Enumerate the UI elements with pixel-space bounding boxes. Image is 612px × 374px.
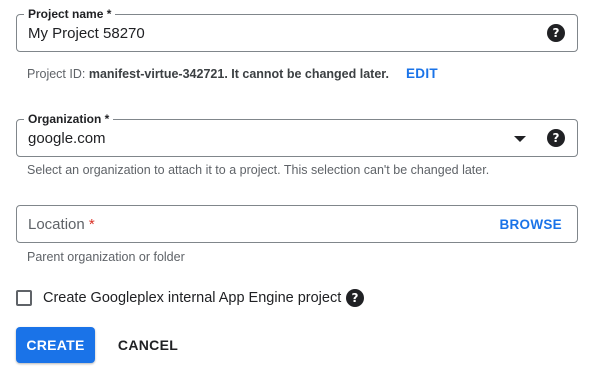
location-hint: Parent organization or folder xyxy=(27,250,185,264)
location-placeholder-text: Location xyxy=(28,216,85,233)
cancel-button[interactable]: CANCEL xyxy=(108,327,188,363)
help-icon[interactable]: ? xyxy=(346,289,364,307)
required-mark: * xyxy=(88,216,95,233)
create-button[interactable]: CREATE xyxy=(16,327,95,363)
appengine-label[interactable]: Create Googleplex internal App Engine pr… xyxy=(43,290,341,307)
project-name-label: Project name * xyxy=(24,6,116,22)
project-id-hint: Project ID: manifest-virtue-342721. It c… xyxy=(27,66,389,82)
appengine-checkbox[interactable] xyxy=(16,290,32,306)
location-field[interactable]: Location * BROWSE xyxy=(16,205,578,243)
organization-value: google.com xyxy=(28,130,106,147)
project-id-value: manifest-virtue-342721 xyxy=(88,67,225,81)
project-id-prefix: Project ID: xyxy=(27,67,89,81)
project-id-note: . It cannot be changed later. xyxy=(224,67,389,81)
browse-button[interactable]: BROWSE xyxy=(499,217,562,233)
project-name-input[interactable]: My Project 58270 xyxy=(28,24,145,43)
help-icon[interactable]: ? xyxy=(547,24,565,42)
organization-select[interactable]: Organization * google.com ? xyxy=(16,111,578,157)
dropdown-arrow-icon[interactable] xyxy=(514,136,526,142)
help-icon[interactable]: ? xyxy=(547,129,565,147)
edit-project-id-button[interactable]: EDIT xyxy=(406,66,438,82)
location-placeholder: Location * xyxy=(28,215,95,234)
project-name-field[interactable]: Project name * My Project 58270 ? xyxy=(16,6,578,52)
organization-label: Organization * xyxy=(24,111,114,127)
organization-hint: Select an organization to attach it to a… xyxy=(27,163,490,177)
